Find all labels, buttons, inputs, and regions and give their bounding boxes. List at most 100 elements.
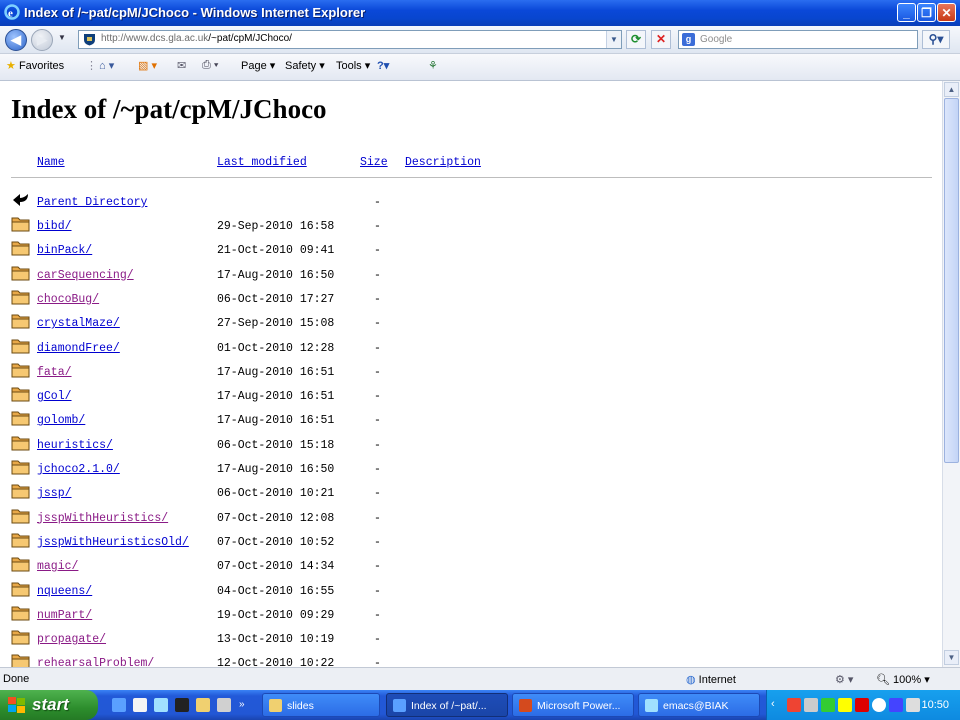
search-box[interactable]: g Google	[678, 30, 918, 49]
directory-row: jsspWithHeuristics/07-Oct-2010 12:08 -	[0, 509, 520, 534]
scroll-up-icon[interactable]: ▲	[944, 82, 959, 97]
zoom-icon: 🔍︎	[876, 674, 890, 686]
command-bar: ★ Favorites ⋮ ⌂ ▾ ▧ ▾ ✉ ⎙ ▾ Page ▾ Safet…	[0, 54, 960, 81]
tray-acrobat-icon[interactable]	[787, 698, 801, 712]
directory-link[interactable]: nqueens/	[37, 585, 92, 598]
directory-link[interactable]: numPart/	[37, 609, 92, 622]
address-bar[interactable]: http://www.dcs.gla.ac.uk/~pat/cpM/JChoco…	[78, 30, 622, 49]
help-icon[interactable]: ?▾	[377, 59, 389, 72]
zoom-level[interactable]: 🔍︎ 100% ▾	[876, 673, 930, 686]
directory-link[interactable]: gCol/	[37, 390, 72, 403]
home-icon[interactable]: ⌂ ▾	[99, 59, 114, 72]
scroll-down-icon[interactable]: ▼	[944, 650, 959, 665]
parent-directory-link[interactable]: Parent Directory	[37, 196, 147, 209]
quicklaunch-ie-icon[interactable]	[112, 698, 126, 712]
directory-link[interactable]: chocoBug/	[37, 293, 99, 306]
quicklaunch-expand-icon[interactable]: »	[239, 699, 245, 710]
tray-security-icon[interactable]	[821, 698, 835, 712]
size: -	[374, 608, 381, 622]
quicklaunch-putty-icon[interactable]	[154, 698, 168, 712]
minimize-button[interactable]: _	[897, 3, 916, 22]
favorites-button[interactable]: ★ Favorites	[6, 59, 64, 72]
last-modified: 17-Aug-2010 16:51	[217, 390, 335, 404]
directory-link[interactable]: diamondFree/	[37, 342, 120, 355]
read-mail-icon[interactable]: ✉	[177, 59, 186, 72]
task-powerpoint[interactable]: Microsoft Power...	[512, 693, 634, 717]
rss-feed-icon[interactable]: ▧ ▾	[138, 59, 157, 72]
directory-row: rehearsalProblem/12-Oct-2010 10:22 -	[0, 654, 520, 667]
size: -	[374, 657, 381, 667]
directory-link[interactable]: jsspWithHeuristicsOld/	[37, 536, 189, 549]
directory-row: nqueens/04-Oct-2010 16:55 -	[0, 582, 520, 607]
page-menu[interactable]: Page ▾	[241, 59, 275, 72]
protected-mode-icon[interactable]: ⚙ ▾	[835, 673, 853, 686]
directory-link[interactable]: jchoco2.1.0/	[37, 463, 120, 476]
directory-link[interactable]: bibd/	[37, 220, 72, 233]
folder-icon	[269, 699, 282, 712]
quicklaunch-tool-icon[interactable]	[217, 698, 231, 712]
directory-link[interactable]: propagate/	[37, 633, 106, 646]
directory-link[interactable]: rehearsalProblem/	[37, 657, 154, 667]
research-icon[interactable]: ⚘	[428, 59, 438, 72]
ie-icon	[393, 699, 406, 712]
site-favicon-icon	[84, 34, 95, 46]
directory-link[interactable]: magic/	[37, 560, 78, 573]
folder-icon	[11, 533, 30, 548]
column-description-link[interactable]: Description	[405, 156, 481, 169]
refresh-button[interactable]: ⟳	[626, 30, 646, 49]
directory-link[interactable]: crystalMaze/	[37, 317, 120, 330]
size: -	[374, 487, 381, 501]
directory-link[interactable]: carSequencing/	[37, 269, 134, 282]
task-internet-explorer[interactable]: Index of /~pat/...	[386, 693, 508, 717]
directory-row: gCol/17-Aug-2010 16:51 -	[0, 387, 520, 412]
column-name-link[interactable]: Name	[37, 156, 65, 169]
search-button[interactable]: ⚲▾	[922, 30, 950, 49]
size: -	[374, 268, 381, 282]
task-slides[interactable]: slides	[262, 693, 380, 717]
recent-pages-dropdown-icon[interactable]: ▼	[58, 33, 66, 42]
maximize-button[interactable]: ❐	[917, 3, 936, 22]
folder-icon	[11, 557, 30, 572]
quicklaunch-folder-icon[interactable]	[196, 698, 210, 712]
directory-link[interactable]: jsspWithHeuristics/	[37, 512, 168, 525]
directory-link[interactable]: binPack/	[37, 244, 92, 257]
directory-link[interactable]: fata/	[37, 366, 72, 379]
tray-clock-icon[interactable]	[872, 698, 886, 712]
title-bar[interactable]: e Index of /~pat/cpM/JChoco - Windows In…	[0, 0, 960, 26]
folder-icon	[11, 217, 30, 232]
directory-row: jsspWithHeuristicsOld/07-Oct-2010 10:52 -	[0, 533, 520, 558]
folder-icon	[11, 363, 30, 378]
safety-menu[interactable]: Safety ▾	[285, 59, 325, 72]
last-modified: 12-Oct-2010 10:22	[217, 657, 335, 667]
column-size-link[interactable]: Size	[360, 156, 388, 169]
column-last-modified-link[interactable]: Last modified	[217, 156, 307, 169]
address-dropdown-icon[interactable]: ▼	[606, 31, 621, 48]
folder-icon	[11, 290, 30, 305]
task-emacs[interactable]: emacs@BIAK	[638, 693, 760, 717]
scrollbar-thumb[interactable]	[944, 98, 959, 463]
tray-alert-icon[interactable]	[838, 698, 852, 712]
directory-link[interactable]: jssp/	[37, 487, 72, 500]
tray-ati-icon[interactable]	[855, 698, 869, 712]
powerpoint-icon	[519, 699, 532, 712]
tray-network-icon[interactable]	[804, 698, 818, 712]
print-icon[interactable]: ⎙ ▾	[202, 59, 218, 72]
start-button[interactable]: start	[0, 690, 98, 720]
last-modified: 01-Oct-2010 12:28	[217, 341, 335, 355]
forward-button[interactable]: ▶	[31, 29, 53, 51]
back-button[interactable]: ◀	[5, 29, 27, 51]
directory-row: jchoco2.1.0/17-Aug-2010 16:50 -	[0, 460, 520, 485]
tray-expand-icon[interactable]: ‹	[771, 698, 785, 712]
tray-volume-icon[interactable]	[889, 698, 903, 712]
tray-misc-icon[interactable]	[906, 698, 920, 712]
vertical-scrollbar[interactable]: ▲ ▼	[942, 81, 960, 667]
close-button[interactable]: ✕	[937, 3, 956, 22]
size: -	[374, 292, 381, 306]
quicklaunch-cmd-icon[interactable]	[175, 698, 189, 712]
tools-menu[interactable]: Tools ▾	[336, 59, 370, 72]
directory-link[interactable]: golomb/	[37, 414, 85, 427]
quicklaunch-outlook-icon[interactable]	[133, 698, 147, 712]
directory-link[interactable]: heuristics/	[37, 439, 113, 452]
directory-row: jssp/06-Oct-2010 10:21 -	[0, 484, 520, 509]
stop-button[interactable]: ✕	[651, 30, 671, 49]
